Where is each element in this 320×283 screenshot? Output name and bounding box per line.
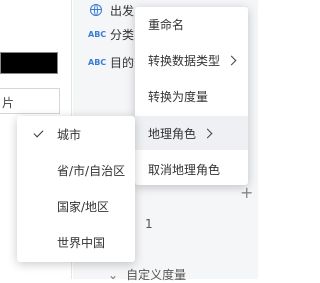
submenu-item-country[interactable]: 国家/地区 [17,189,135,223]
submenu-item-label: 国家/地区 [57,199,110,214]
abc-icon: ABC [88,57,107,67]
chevron-right-icon [202,128,213,138]
menu-item-label: 转换为度量 [148,89,209,104]
custom-measure-section[interactable]: ⌄ 自定义度量 [108,266,186,283]
field-item-label: 分类 [110,27,135,42]
submenu-item-province[interactable]: 省/市/自治区 [17,153,135,187]
partial-label: 1 [145,217,153,231]
menu-item-label: 地理角色 [148,126,197,141]
submenu-item-city[interactable]: 城市 [17,117,135,151]
context-menu: 重命名 转换数据类型 转换为度量 地理角色 取消地理角色 [135,7,248,185]
text-input[interactable]: 片 [0,88,60,114]
menu-item-convert-to-measure[interactable]: 转换为度量 [135,79,248,113]
menu-item-convert-data-type[interactable]: 转换数据类型 [135,43,248,77]
menu-item-label: 重命名 [148,17,185,32]
menu-item-rename[interactable]: 重命名 [135,7,248,41]
globe-icon [90,4,102,16]
geo-role-submenu: 城市 省/市/自治区 国家/地区 世界中国 [17,116,135,262]
submenu-item-label: 省/市/自治区 [57,163,126,178]
field-item-category[interactable]: ABC 分类 [88,24,134,44]
menu-item-label: 取消地理角色 [148,162,221,177]
field-item-destination[interactable]: ABC 目的 [88,52,134,72]
submenu-item-label: 城市 [57,127,82,142]
menu-item-geo-role[interactable]: 地理角色 [135,116,248,150]
submenu-item-world-china[interactable]: 世界中国 [17,225,135,259]
section-label: 自定义度量 [126,268,187,282]
abc-icon: ABC [88,29,107,39]
submenu-item-label: 世界中国 [57,235,106,250]
color-swatch[interactable] [0,52,58,74]
menu-item-label: 转换数据类型 [148,53,221,68]
field-item-origin[interactable]: 出发 [88,0,134,20]
checkmark-icon [33,127,44,138]
chevron-right-icon [226,55,237,65]
text-input-value: 片 [2,96,15,110]
menu-item-remove-geo-role[interactable]: 取消地理角色 [135,152,248,186]
field-item-label: 出发 [110,3,135,18]
field-item-label: 目的 [110,55,135,70]
chevron-down-icon: ⌄ [108,268,119,282]
